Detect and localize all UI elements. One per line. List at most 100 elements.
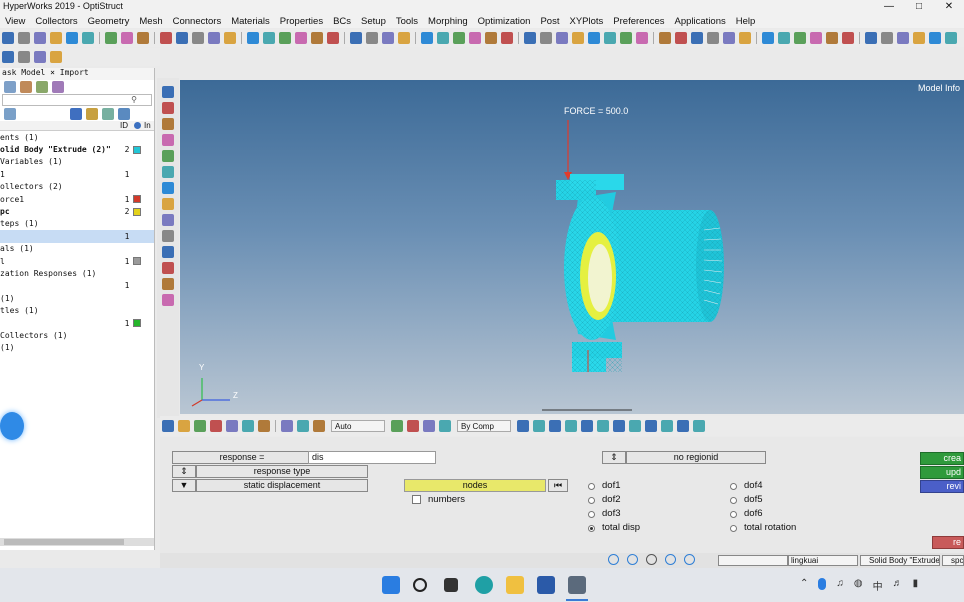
main-tool-icon[interactable]: [350, 32, 362, 44]
main-tool-icon[interactable]: [160, 32, 172, 44]
vis-tool-icon[interactable]: [210, 420, 222, 432]
vis-tool-icon[interactable]: [645, 420, 657, 432]
menu-item-tools[interactable]: Tools: [391, 16, 423, 27]
status-tool-icon[interactable]: [665, 554, 676, 565]
menu-item-geometry[interactable]: Geometry: [83, 16, 135, 27]
vis-tool-icon[interactable]: [258, 420, 270, 432]
main-tool-icon[interactable]: [18, 32, 30, 44]
review-button[interactable]: revi: [920, 480, 964, 493]
vis-tool-icon[interactable]: [565, 420, 577, 432]
vis-tool-icon[interactable]: [423, 420, 435, 432]
dof-radio[interactable]: [588, 511, 595, 518]
tree-row[interactable]: 1: [0, 317, 154, 329]
main-tool-icon[interactable]: [208, 32, 220, 44]
start-menu-icon[interactable]: [382, 576, 400, 594]
main-tool-icon[interactable]: [263, 32, 275, 44]
show-all-icon[interactable]: [118, 108, 130, 120]
tree-row[interactable]: olid Body "Extrude (2)" 2: [0, 143, 154, 155]
menu-item-post[interactable]: Post: [535, 16, 564, 27]
menu-item-materials[interactable]: Materials: [226, 16, 275, 27]
main-tool-icon[interactable]: [105, 32, 117, 44]
main-tool-icon[interactable]: [762, 32, 774, 44]
main-tool-icon[interactable]: [572, 32, 584, 44]
tree-row[interactable]: tles (1): [0, 304, 154, 316]
maximize-button[interactable]: □: [904, 0, 934, 14]
entity-icon[interactable]: [4, 108, 16, 120]
search-icon[interactable]: ⚲: [131, 95, 137, 104]
dof-radio[interactable]: [588, 525, 595, 532]
main-tool-icon[interactable]: [247, 32, 259, 44]
main-tool-icon[interactable]: [453, 32, 465, 44]
vertical-tool-icon[interactable]: [162, 150, 174, 162]
browser-view-icon[interactable]: [4, 80, 16, 93]
menu-item-applications[interactable]: Applications: [670, 16, 731, 27]
vertical-tool-icon[interactable]: [162, 118, 174, 130]
main-tool-icon[interactable]: [176, 32, 188, 44]
status-tool-icon[interactable]: [684, 554, 695, 565]
main-tool-icon[interactable]: [398, 32, 410, 44]
tree-row[interactable]: 1: [0, 230, 154, 243]
menu-item-morphing[interactable]: Morphing: [423, 16, 473, 27]
secondary-tool-icon[interactable]: [34, 51, 46, 63]
main-tool-icon[interactable]: [295, 32, 307, 44]
vertical-tool-icon[interactable]: [162, 182, 174, 194]
response-type-toggle-icon[interactable]: ⇕: [172, 465, 196, 478]
vertical-tool-icon[interactable]: [162, 230, 174, 242]
tree-row[interactable]: Variables (1): [0, 156, 154, 168]
vis-tool-icon[interactable]: [581, 420, 593, 432]
vis-tool-icon[interactable]: [407, 420, 419, 432]
vertical-tool-icon[interactable]: [162, 102, 174, 114]
main-tool-icon[interactable]: [636, 32, 648, 44]
vertical-tool-icon[interactable]: [162, 86, 174, 98]
status-field-4[interactable]: spc: [942, 555, 964, 566]
include-column-header[interactable]: In: [144, 121, 151, 130]
vis-tool-icon[interactable]: [533, 420, 545, 432]
update-button[interactable]: upd: [920, 466, 964, 479]
color-swatch-icon[interactable]: [133, 319, 141, 328]
vertical-tool-icon[interactable]: [162, 198, 174, 210]
isolate-icon[interactable]: [102, 108, 114, 120]
main-tool-icon[interactable]: [675, 32, 687, 44]
network-icon[interactable]: ◍: [854, 578, 863, 593]
main-tool-icon[interactable]: [691, 32, 703, 44]
main-tool-icon[interactable]: [842, 32, 854, 44]
color-by-dropdown[interactable]: By Comp: [457, 420, 511, 432]
battery-icon[interactable]: ▮: [913, 578, 919, 593]
main-tool-icon[interactable]: [366, 32, 378, 44]
create-button[interactable]: crea: [920, 452, 964, 465]
main-tool-icon[interactable]: [327, 32, 339, 44]
vis-tool-icon[interactable]: [313, 420, 325, 432]
menu-item-xyplots[interactable]: XYPlots: [564, 16, 608, 27]
main-tool-icon[interactable]: [311, 32, 323, 44]
main-tool-icon[interactable]: [778, 32, 790, 44]
regionid-toggle-icon[interactable]: ⇕: [602, 451, 626, 464]
vis-tool-icon[interactable]: [693, 420, 705, 432]
tree-row[interactable]: zation Responses (1): [0, 267, 154, 279]
dof-radio[interactable]: [588, 497, 595, 504]
tree-row[interactable]: teps (1): [0, 218, 154, 230]
hyperworks-icon[interactable]: [568, 576, 586, 594]
volume-icon[interactable]: ♬: [893, 578, 903, 593]
tree-row[interactable]: orce1 1: [0, 193, 154, 205]
auto-select-dropdown[interactable]: Auto: [331, 420, 385, 432]
status-tool-icon[interactable]: [627, 554, 638, 565]
main-tool-icon[interactable]: [82, 32, 94, 44]
reset-selection-icon[interactable]: ⏮: [548, 479, 568, 492]
main-tool-icon[interactable]: [501, 32, 513, 44]
vertical-tool-icon[interactable]: [162, 214, 174, 226]
vertical-tool-icon[interactable]: [162, 278, 174, 290]
status-field-2[interactable]: lingkuai: [788, 555, 858, 566]
vertical-tool-icon[interactable]: [162, 294, 174, 306]
color-swatch-icon[interactable]: [133, 257, 141, 266]
main-tool-icon[interactable]: [556, 32, 568, 44]
status-field-3[interactable]: Solid Body "Extrude: [860, 555, 940, 566]
vis-tool-icon[interactable]: [178, 420, 190, 432]
status-tool-icon[interactable]: [608, 554, 619, 565]
tree-row[interactable]: als (1): [0, 243, 154, 255]
main-tool-icon[interactable]: [723, 32, 735, 44]
vertical-tool-icon[interactable]: [162, 166, 174, 178]
browser-collapse-icon[interactable]: [52, 80, 64, 93]
main-tool-icon[interactable]: [34, 32, 46, 44]
main-tool-icon[interactable]: [66, 32, 78, 44]
tray-app-icon[interactable]: [818, 578, 827, 590]
